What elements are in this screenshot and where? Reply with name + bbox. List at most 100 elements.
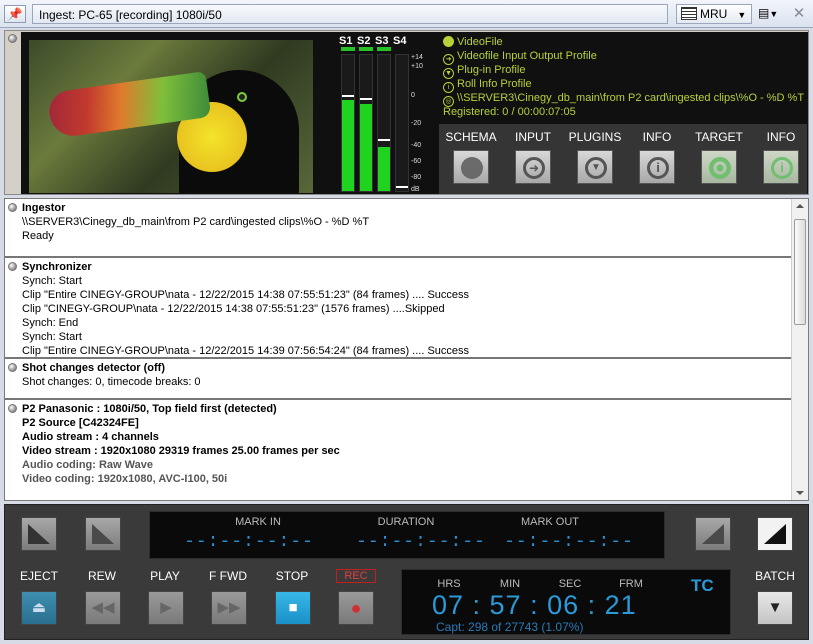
meter-s2 (359, 54, 373, 192)
collapse-dot-icon[interactable] (8, 262, 17, 271)
solid-circle-icon (443, 36, 454, 47)
set-mark-in-button[interactable] (85, 517, 121, 551)
info-line-target[interactable]: ◎ \\SERVER3\Cinegy_db_main\from P2 card\i… (443, 92, 804, 107)
log-line: Video stream : 1920x1080 29319 frames 25… (22, 445, 340, 457)
target-label: TARGET (695, 130, 743, 144)
info-icon: i (771, 157, 793, 179)
go-to-mark-out-button[interactable] (757, 517, 793, 551)
registered-status: Registered: 0 / 00:00:07:05 (443, 106, 576, 118)
timecode-source-tag: TC (691, 576, 714, 595)
timecode-panel: HRS MIN SEC FRM TC 07 : 57 : 06 : 21 Cap… (401, 569, 731, 635)
meter-fill-s1 (342, 100, 354, 191)
transport-panel: MARK IN DURATION MARK OUT --:--:--:-- --… (4, 504, 809, 640)
scale-mark: +14 (411, 54, 423, 61)
info-line-videofile[interactable]: VideoFile (443, 36, 503, 48)
scroll-thumb[interactable] (794, 219, 806, 325)
log-line: Audio coding: Raw Wave (22, 459, 153, 471)
play-button[interactable]: ▶ (148, 591, 184, 625)
batch-button[interactable]: ▼ (757, 591, 793, 625)
meter-s1 (341, 54, 355, 192)
meter-label-s1: S1 (339, 35, 353, 47)
shot-detector-section: Shot changes detector (off) Shot changes… (5, 359, 791, 400)
close-icon: ✕ (792, 5, 806, 22)
scroll-down-icon[interactable] (796, 491, 804, 495)
info-line-text: Plug-in Profile (457, 64, 526, 76)
log-line: Synch: Start (22, 331, 82, 343)
input-button[interactable]: INPUT ➜ (503, 130, 563, 184)
audio-meters: S1 S2 S3 S4 +14 +10 0 -20 -40 -60 -80 dB (333, 32, 429, 194)
toucan-eye (237, 92, 247, 102)
scale-mark: -60 (411, 158, 422, 165)
schema-button[interactable]: SCHEMA (441, 130, 501, 184)
stop-button[interactable]: ■ (275, 591, 311, 625)
options-icon: ▤ (758, 6, 770, 20)
down-arrow-icon: ▼ (585, 157, 607, 179)
log-line: Shot changes: 0, timecode breaks: 0 (22, 376, 201, 388)
collapse-dot-icon[interactable] (8, 363, 17, 372)
duration-value: --:--:--:-- (356, 532, 486, 552)
mark-panel: MARK IN DURATION MARK OUT --:--:--:-- --… (149, 511, 665, 559)
scale-mark: -80 (411, 174, 422, 181)
collapse-dot-icon[interactable] (8, 34, 17, 43)
pin-icon[interactable]: 📌 (4, 5, 26, 23)
meter-fill-s2 (360, 104, 372, 191)
set-mark-out-button[interactable] (695, 517, 731, 551)
close-button[interactable]: ✕ (790, 4, 808, 24)
plugins-label: PLUGINS (568, 130, 622, 144)
meter-fill-s3 (378, 147, 390, 191)
target-button[interactable]: TARGET (689, 130, 749, 184)
log-line: Video coding: 1920x1080, AVC-I100, 50i (22, 473, 228, 485)
frm-label: FRM (619, 578, 643, 590)
capture-progress: Capt: 298 of 27743 (1.07%) (436, 620, 584, 634)
collapse-dot-icon[interactable] (8, 404, 17, 413)
eject-button[interactable]: ⏏ (21, 591, 57, 625)
section-title: Synchronizer (22, 261, 92, 273)
meter-label-s2: S2 (357, 35, 371, 47)
mark-in-value: --:--:--:-- (184, 532, 314, 552)
circle-icon (461, 157, 483, 179)
collapse-dot-icon[interactable] (8, 203, 17, 212)
log-line: Ready (22, 230, 54, 242)
monitor-panel: S1 S2 S3 S4 +14 +10 0 -20 -40 -60 -80 dB… (4, 30, 809, 195)
log-line: Synch: Start (22, 275, 82, 287)
hrs-label: HRS (437, 578, 461, 590)
record-icon: ● (350, 598, 362, 618)
section-title: Ingestor (22, 202, 66, 214)
ffwd-button[interactable]: ▶▶ (211, 591, 247, 625)
play-icon: ▶ (160, 599, 172, 616)
info-line-text: Videofile Input Output Profile (457, 50, 597, 62)
info-label: INFO (642, 130, 672, 144)
mark-out-label: MARK OUT (520, 516, 580, 528)
function-buttons: SCHEMA INPUT ➜ PLUGINS ▼ INFO i TARGET INFO… (439, 124, 807, 194)
info-icon: i (647, 157, 669, 179)
log-line: P2 Source [C42324FE] (22, 417, 139, 429)
rew-label: REW (88, 569, 116, 583)
go-to-mark-in-button[interactable] (21, 517, 57, 551)
rec-button[interactable]: ● (338, 591, 374, 625)
plugins-button[interactable]: PLUGINS ▼ (565, 130, 625, 184)
mark-in-icon (92, 524, 114, 544)
p2-section: P2 Panasonic : 1080i/50, Top field first… (5, 400, 791, 500)
info-line-roll-info[interactable]: i Roll Info Profile (443, 78, 532, 93)
mru-button[interactable]: MRU ▼ (676, 4, 752, 24)
section-title: P2 Panasonic : 1080i/50, Top field first… (22, 403, 277, 415)
scale-mark: dB (411, 186, 420, 193)
info-line-io-profile[interactable]: ➜ Videofile Input Output Profile (443, 50, 597, 65)
info-button[interactable]: INFO i (627, 130, 687, 184)
options-button[interactable]: ▤▼ (756, 4, 786, 24)
info-line-text: \\SERVER3\Cinegy_db_main\from P2 card\in… (457, 92, 805, 104)
input-label: INPUT (515, 130, 551, 144)
scroll-up-icon[interactable] (796, 204, 804, 208)
meter-over-s2 (359, 47, 373, 51)
rew-button[interactable]: ◀◀ (85, 591, 121, 625)
title-bar: 📌 Ingest: PC-65 [recording] 1080i/50 MRU… (0, 0, 813, 28)
log-scrollbar[interactable] (791, 199, 808, 500)
profile-info: VideoFile ➜ Videofile Input Output Profil… (439, 34, 807, 122)
log-line: \\SERVER3\Cinegy_db_main\from P2 card\in… (22, 216, 370, 228)
info-line-plugin[interactable]: ▼ Plug-in Profile (443, 64, 525, 79)
info-line-text: Roll Info Profile (457, 78, 532, 90)
section-title: Shot changes detector (off) (22, 362, 166, 374)
log-line: Synch: End (22, 317, 79, 329)
info-button-2[interactable]: INFO i (751, 130, 811, 184)
rec-label: REC (336, 569, 376, 583)
